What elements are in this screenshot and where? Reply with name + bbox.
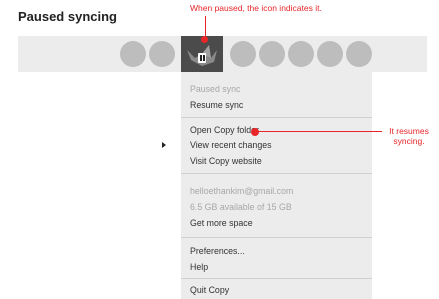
menu-item-open-folder[interactable]: Open Copy folder: [190, 123, 259, 137]
annotation-right: It resumes syncing.: [384, 126, 434, 146]
copy-dropdown-menu: Paused sync Resume sync Open Copy folder…: [181, 72, 372, 299]
menubar-placeholder-icon[interactable]: [259, 41, 285, 67]
menubar-placeholder-icon[interactable]: [149, 41, 175, 67]
menu-separator: [181, 237, 372, 238]
annotation-right-line1: It resumes: [389, 126, 429, 136]
menu-item-help[interactable]: Help: [190, 260, 208, 274]
annotation-line-vertical: [205, 16, 206, 38]
menu-item-visit-website[interactable]: Visit Copy website: [190, 154, 262, 168]
menu-item-account-email: helloethankim@gmail.com: [190, 186, 294, 196]
menubar-placeholder-icon[interactable]: [317, 41, 343, 67]
annotation-right-line2: syncing.: [393, 136, 425, 146]
menubar-placeholder-icon[interactable]: [230, 41, 256, 67]
menubar-placeholder-icon[interactable]: [120, 41, 146, 67]
menu-item-resume-sync[interactable]: Resume sync: [190, 98, 243, 112]
menu-item-get-more-space[interactable]: Get more space: [190, 216, 253, 230]
menu-item-status: Paused sync: [190, 84, 241, 94]
menu-item-preferences[interactable]: Preferences...: [190, 244, 245, 258]
menu-item-storage: 6.5 GB available of 15 GB: [190, 202, 292, 212]
annotation-marker-top: [201, 36, 208, 43]
annotation-line-horizontal: [258, 131, 382, 132]
pause-icon: [198, 53, 206, 63]
submenu-arrow-icon: [162, 142, 166, 148]
page-title: Paused syncing: [18, 9, 117, 24]
menu-separator: [181, 173, 372, 174]
annotation-marker-resume: [251, 128, 259, 136]
menu-item-quit[interactable]: Quit Copy: [190, 283, 229, 297]
annotation-top: When paused, the icon indicates it.: [190, 3, 322, 13]
menu-separator: [181, 278, 372, 279]
menubar-placeholder-icon[interactable]: [288, 41, 314, 67]
menu-item-recent-changes[interactable]: View recent changes: [190, 138, 272, 152]
menubar-placeholder-icon[interactable]: [346, 41, 372, 67]
menu-separator: [181, 117, 372, 118]
